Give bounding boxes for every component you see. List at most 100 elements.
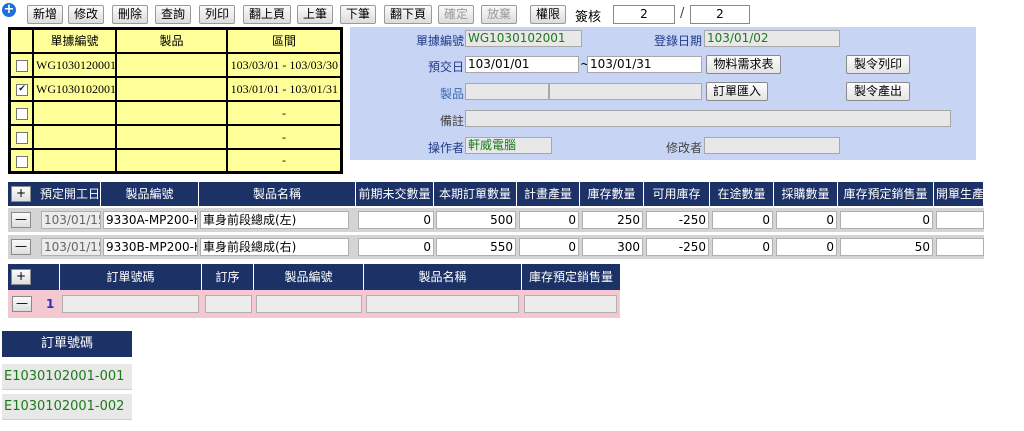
page-total-input[interactable]: 2	[690, 5, 750, 24]
sub-order-no-cell[interactable]	[62, 295, 199, 313]
doc-product-cell[interactable]	[117, 150, 226, 171]
page-up-button[interactable]: 翻上頁	[243, 5, 291, 24]
list-item[interactable]: ✔	[11, 78, 32, 100]
row-checkbox[interactable]	[16, 132, 28, 144]
purchase-cell[interactable]: 0	[776, 238, 837, 256]
doc-range-cell[interactable]: 103/03/01 - 103/03/30	[228, 54, 340, 76]
print-order-button[interactable]: 製令列印	[846, 55, 910, 74]
doc-no-cell[interactable]: WG1030102001	[34, 78, 116, 100]
sub-reserved-sales-cell[interactable]	[524, 295, 617, 313]
sub-product-code-cell[interactable]	[256, 295, 362, 313]
col-header-start-date: 預定開工日	[40, 182, 101, 206]
prev-undelivered-cell[interactable]: 0	[358, 211, 434, 229]
in-transit-cell[interactable]: 0	[712, 211, 773, 229]
product-name-cell[interactable]: 車身前段總成(右)	[200, 238, 349, 256]
list-item[interactable]	[11, 54, 32, 76]
reserved-sales-cell[interactable]: 50	[840, 238, 933, 256]
material-requirement-button[interactable]: 物料需求表	[706, 55, 781, 74]
product-code-field[interactable]	[465, 83, 549, 100]
sub-order-seq-cell[interactable]	[205, 295, 252, 313]
doc-range-cell[interactable]: -	[228, 150, 340, 171]
doc-range-cell[interactable]: 103/01/01 - 103/01/31	[228, 78, 340, 100]
order-list-header: 訂單號碼	[2, 331, 132, 357]
doc-list-header-range: 區間	[228, 30, 340, 52]
doc-product-cell[interactable]	[117, 126, 226, 148]
row-checkbox[interactable]	[16, 108, 28, 120]
produce-order-button[interactable]: 製令產出	[846, 82, 910, 101]
product-name-field[interactable]	[549, 83, 702, 100]
import-order-button[interactable]: 訂單匯入	[706, 82, 768, 101]
due-to-field[interactable]: 103/01/31	[587, 56, 702, 73]
available-cell[interactable]: -250	[646, 238, 709, 256]
reserved-sales-cell[interactable]: 0	[840, 211, 933, 229]
doc-no-field[interactable]: WG1030102001	[465, 30, 582, 47]
plan-qty-cell[interactable]: 0	[519, 238, 579, 256]
stock-qty-cell[interactable]: 250	[582, 211, 643, 229]
order-list-item[interactable]: E1030102001-002	[2, 394, 132, 420]
stock-qty-cell[interactable]: 300	[582, 238, 643, 256]
order-qty-cell[interactable]: 500	[436, 211, 516, 229]
list-item[interactable]	[11, 126, 32, 148]
doc-no-cell[interactable]	[34, 102, 115, 124]
permission-button[interactable]: 權限	[530, 5, 566, 24]
sub-product-name-cell[interactable]	[366, 295, 519, 313]
start-date-cell[interactable]: 103/01/15	[41, 211, 101, 229]
note-label: 備註	[439, 114, 464, 128]
list-item[interactable]	[11, 102, 32, 124]
edit-button[interactable]: 修改	[68, 5, 104, 24]
page-down-button[interactable]: 翻下頁	[384, 5, 432, 24]
doc-product-cell[interactable]	[117, 54, 226, 76]
prev-undelivered-cell[interactable]: 0	[358, 238, 434, 256]
new-button[interactable]: 新增	[27, 5, 63, 24]
row-checkbox[interactable]	[16, 156, 28, 168]
product-name-cell[interactable]: 車身前段總成(左)	[200, 211, 349, 229]
sub-header-product-name: 製品名稱	[364, 264, 522, 290]
detail-add-button[interactable]: +	[11, 186, 31, 202]
due-from-field[interactable]: 103/01/01	[465, 56, 579, 73]
sub-add-button[interactable]: +	[11, 269, 31, 285]
doc-product-cell[interactable]	[117, 78, 226, 100]
page-current-input[interactable]: 2	[613, 5, 675, 24]
doc-product-cell[interactable]	[117, 102, 226, 124]
open-production-cell[interactable]	[936, 238, 984, 256]
operator-label: 操作者	[427, 141, 464, 155]
delete-button[interactable]: 刪除	[112, 5, 148, 24]
doc-no-cell[interactable]	[34, 126, 115, 148]
plan-qty-cell[interactable]: 0	[519, 211, 579, 229]
in-transit-cell[interactable]: 0	[712, 238, 773, 256]
modifier-label: 修改者	[665, 141, 702, 155]
confirm-button[interactable]: 確定	[438, 5, 474, 24]
sub-header-product-code: 製品編號	[254, 264, 364, 290]
list-item[interactable]	[11, 150, 32, 171]
row-checkbox-checked[interactable]: ✔	[16, 84, 28, 96]
doc-range-cell[interactable]: -	[228, 102, 340, 124]
sub-remove-button[interactable]: —	[12, 296, 32, 312]
query-button[interactable]: 查詢	[155, 5, 191, 24]
prev-record-button[interactable]: 上筆	[297, 5, 333, 24]
doc-no-cell[interactable]	[34, 150, 115, 171]
detail-remove-button[interactable]: —	[11, 212, 31, 228]
available-cell[interactable]: -250	[646, 211, 709, 229]
product-code-cell[interactable]: 9330B-MP200-H	[103, 238, 198, 256]
print-button[interactable]: 列印	[199, 5, 235, 24]
reg-date-field[interactable]: 103/01/02	[704, 30, 840, 47]
col-header-stock-qty: 庫存數量	[580, 182, 644, 206]
next-record-button[interactable]: 下筆	[340, 5, 376, 24]
product-code-cell[interactable]: 9330A-MP200-H	[103, 211, 198, 229]
note-field[interactable]	[465, 110, 951, 127]
doc-no-cell[interactable]: WG1030120001	[34, 54, 116, 76]
open-production-cell[interactable]	[936, 211, 984, 229]
detail-remove-button[interactable]: —	[11, 239, 31, 255]
start-date-cell[interactable]: 103/01/15	[41, 238, 101, 256]
add-circle-icon[interactable]: +	[2, 3, 16, 17]
doc-range-cell[interactable]: -	[228, 126, 340, 148]
cancel-button[interactable]: 放棄	[481, 5, 517, 24]
order-qty-cell[interactable]: 550	[436, 238, 516, 256]
due-date-label: 預交日	[427, 60, 464, 74]
row-checkbox[interactable]	[16, 60, 28, 72]
order-list-item[interactable]: E1030102001-001	[2, 364, 132, 390]
operator-field[interactable]: 軒威電腦	[465, 137, 552, 154]
purchase-cell[interactable]: 0	[776, 211, 837, 229]
sub-header-order-no: 訂單號碼	[60, 264, 202, 290]
modifier-field[interactable]	[704, 137, 840, 154]
